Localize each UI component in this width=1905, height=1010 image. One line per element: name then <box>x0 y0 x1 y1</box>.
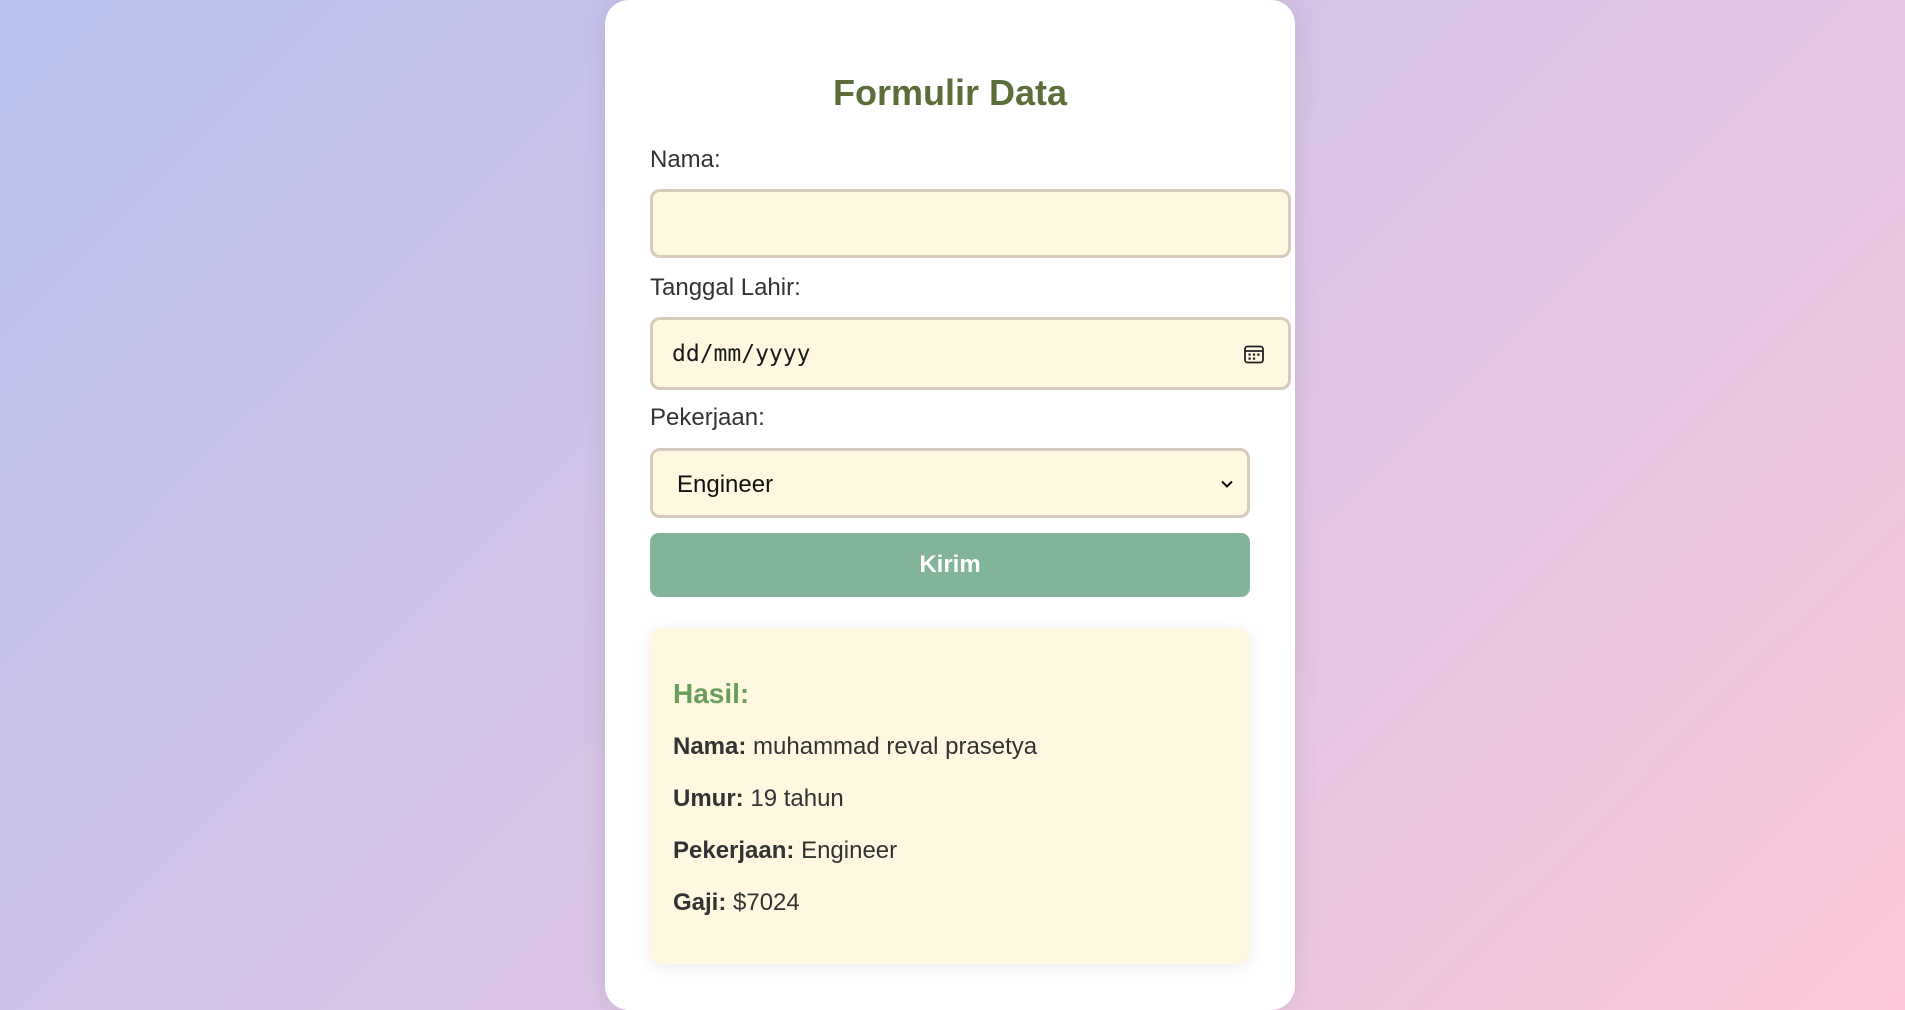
dob-placeholder: dd/mm/yyyy <box>672 341 811 367</box>
dob-label: Tanggal Lahir: <box>650 274 801 301</box>
result-label: Nama: <box>673 733 747 760</box>
calendar-icon[interactable] <box>1242 342 1266 366</box>
result-value: Engineer <box>801 837 898 864</box>
result-title: Hasil: <box>673 678 750 709</box>
submit-button[interactable]: Kirim <box>650 533 1250 597</box>
name-label: Nama: <box>650 146 721 173</box>
name-input[interactable] <box>650 189 1291 258</box>
result-row-gaji: Gaji: $7024 <box>673 889 800 917</box>
result-label: Umur: <box>673 785 744 812</box>
page-title: Formulir Data <box>832 72 1068 113</box>
result-value: $7024 <box>733 889 800 916</box>
job-select-value: Engineer <box>677 471 774 498</box>
result-row-pekerjaan: Pekerjaan: Engineer <box>673 837 897 865</box>
result-row-umur: Umur: 19 tahun <box>673 785 844 813</box>
job-label: Pekerjaan: <box>650 404 765 431</box>
result-row-nama: Nama: muhammad reval prasetya <box>673 733 1037 761</box>
chevron-down-icon <box>1221 480 1233 488</box>
result-value: 19 tahun <box>750 785 844 812</box>
result-value: muhammad reval prasetya <box>753 733 1038 760</box>
result-label: Gaji: <box>673 889 727 916</box>
result-panel: Hasil: Nama: muhammad reval prasetya Umu… <box>650 628 1250 964</box>
form-card: Formulir Data Nama: Tanggal Lahir: dd/mm… <box>605 0 1295 1010</box>
dob-input[interactable]: dd/mm/yyyy <box>650 317 1291 390</box>
job-select[interactable]: Engineer <box>650 448 1250 518</box>
result-label: Pekerjaan: <box>673 837 795 864</box>
